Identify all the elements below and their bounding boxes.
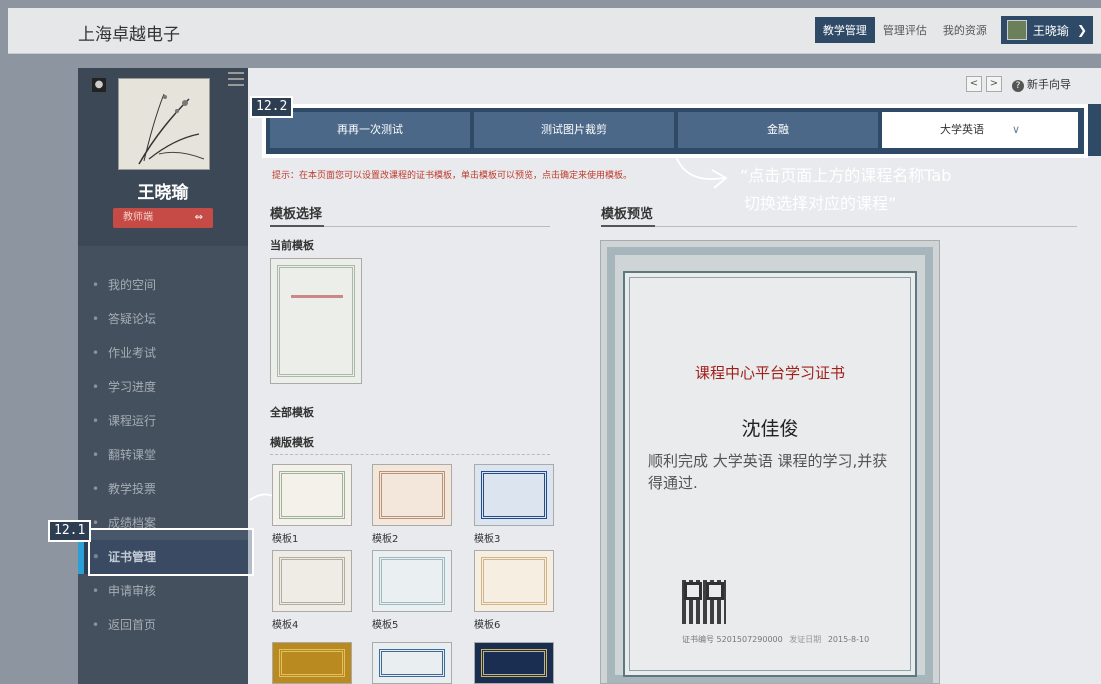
step-tag-menu: 12.1 [48, 520, 92, 542]
current-template-thumb[interactable] [270, 258, 362, 384]
cert-no-label: 证书编号 [682, 635, 714, 644]
template-thumb-9[interactable] [474, 642, 554, 684]
template-thumb-1[interactable] [272, 464, 352, 526]
qr-code-icon [682, 580, 726, 624]
pager: < > ? 新手向导 [966, 76, 1071, 92]
next-button[interactable]: > [986, 76, 1002, 92]
template-label-6: 模板6 [474, 620, 501, 631]
nav-teaching-management[interactable]: 教学管理 [814, 17, 875, 43]
template-label-3: 模板3 [474, 534, 501, 545]
divider-accent [601, 225, 655, 227]
sidebar: ● 王晓瑜 教师端 ⇔ 我的空间 答疑论坛 作业考试 学习进度 课程运行 翻转课… [78, 68, 248, 684]
callout-arrow-icon [675, 155, 728, 189]
step-tag-tabs: 12.2 [250, 96, 294, 118]
sidebar-item-application-review[interactable]: 申请审核 [78, 574, 248, 608]
sidebar-item-homework-exam[interactable]: 作业考试 [78, 336, 248, 370]
issue-date: 2015-8-10 [827, 635, 870, 644]
divider [601, 226, 1077, 227]
nav-management-evaluation[interactable]: 管理评估 [875, 17, 935, 43]
profile-photo [118, 78, 210, 170]
role-badge-label: 教师端 [123, 212, 153, 223]
issue-date-label: 发证日期 [789, 635, 822, 644]
role-switch-button[interactable]: 教师端 ⇔ [113, 208, 213, 228]
template-thumb-7[interactable] [272, 642, 352, 684]
cert-no: 5201507290000 [716, 635, 783, 644]
guide-link[interactable]: ? 新手向导 [1012, 76, 1071, 92]
chevron-down-icon: ❯ [1076, 23, 1087, 37]
hint-text: 提示：在本页面您可以设置改课程的证书模板，单击模板可以预览，点击确定来使用模板。 [272, 171, 633, 181]
landscape-templates-label: 横版模板 [270, 436, 314, 449]
tabs-highlight [262, 104, 1088, 158]
template-thumb-4[interactable] [272, 550, 352, 612]
sidebar-menu: 我的空间 答疑论坛 作业考试 学习进度 课程运行 翻转课堂 教学投票 成绩档案 … [78, 268, 248, 642]
template-label-2: 模板2 [372, 534, 399, 545]
top-nav: 教学管理 管理评估 我的资源 王晓瑜 ❯ [814, 16, 1093, 44]
certificate-body: 顺利完成 大学英语 课程的学习,并获得通过. [648, 452, 888, 492]
switch-icon: ⇔ [194, 212, 203, 223]
profile-panel: ● 王晓瑜 教师端 ⇔ [78, 68, 248, 246]
user-icon[interactable]: ● [92, 78, 106, 92]
sidebar-item-qa-forum[interactable]: 答疑论坛 [78, 302, 248, 336]
help-icon: ? [1012, 80, 1024, 92]
menu-icon[interactable] [228, 72, 244, 86]
template-thumb-6[interactable] [474, 550, 554, 612]
template-select-title: 模板选择 [270, 207, 323, 222]
certificate-recipient: 沈佳俊 [741, 418, 799, 440]
template-preview-title: 模板预览 [601, 207, 654, 222]
profile-name: 王晓瑜 [137, 183, 189, 203]
template-thumb-8[interactable] [372, 642, 452, 684]
prev-button[interactable]: < [966, 76, 982, 92]
certificate-footer: 证书编号 5201507290000 发证日期 2015-8-10 [682, 634, 869, 645]
divider [270, 454, 550, 455]
menu-highlight [88, 528, 254, 576]
callout-text: “点击页面上方的课程名称Tab 切换选择对应的课程” [740, 162, 951, 218]
user-avatar [1006, 20, 1027, 40]
callout-line-1: “点击页面上方的课程名称Tab [740, 166, 952, 185]
sidebar-item-return-home[interactable]: 返回首页 [78, 608, 248, 642]
top-bar: 上海卓越电子 教学管理 管理评估 我的资源 王晓瑜 ❯ [8, 8, 1101, 54]
nav-my-resources[interactable]: 我的资源 [935, 17, 995, 43]
sidebar-item-flipped-classroom[interactable]: 翻转课堂 [78, 438, 248, 472]
template-label-5: 模板5 [372, 620, 399, 631]
guide-label: 新手向导 [1027, 78, 1071, 91]
sidebar-item-learning-progress[interactable]: 学习进度 [78, 370, 248, 404]
brand-name: 上海卓越电子 [78, 25, 180, 45]
certificate-title: 课程中心平台学习证书 [694, 364, 845, 382]
callout-line-2: 切换选择对应的课程” [744, 194, 897, 213]
template-thumb-3[interactable] [474, 464, 554, 526]
sidebar-item-teaching-vote[interactable]: 教学投票 [78, 472, 248, 506]
template-label-1: 模板1 [272, 534, 299, 545]
current-template-label: 当前模板 [270, 239, 314, 252]
sidebar-item-my-space[interactable]: 我的空间 [78, 268, 248, 302]
template-thumb-2[interactable] [372, 464, 452, 526]
divider-accent [270, 225, 324, 227]
user-name: 王晓瑜 [1032, 23, 1069, 38]
template-thumb-5[interactable] [372, 550, 452, 612]
orchid-painting-icon [138, 93, 205, 165]
sidebar-item-course-operation[interactable]: 课程运行 [78, 404, 248, 438]
all-templates-label: 全部模板 [270, 406, 314, 419]
user-menu[interactable]: 王晓瑜 ❯ [1000, 16, 1093, 44]
template-label-4: 模板4 [272, 620, 299, 631]
